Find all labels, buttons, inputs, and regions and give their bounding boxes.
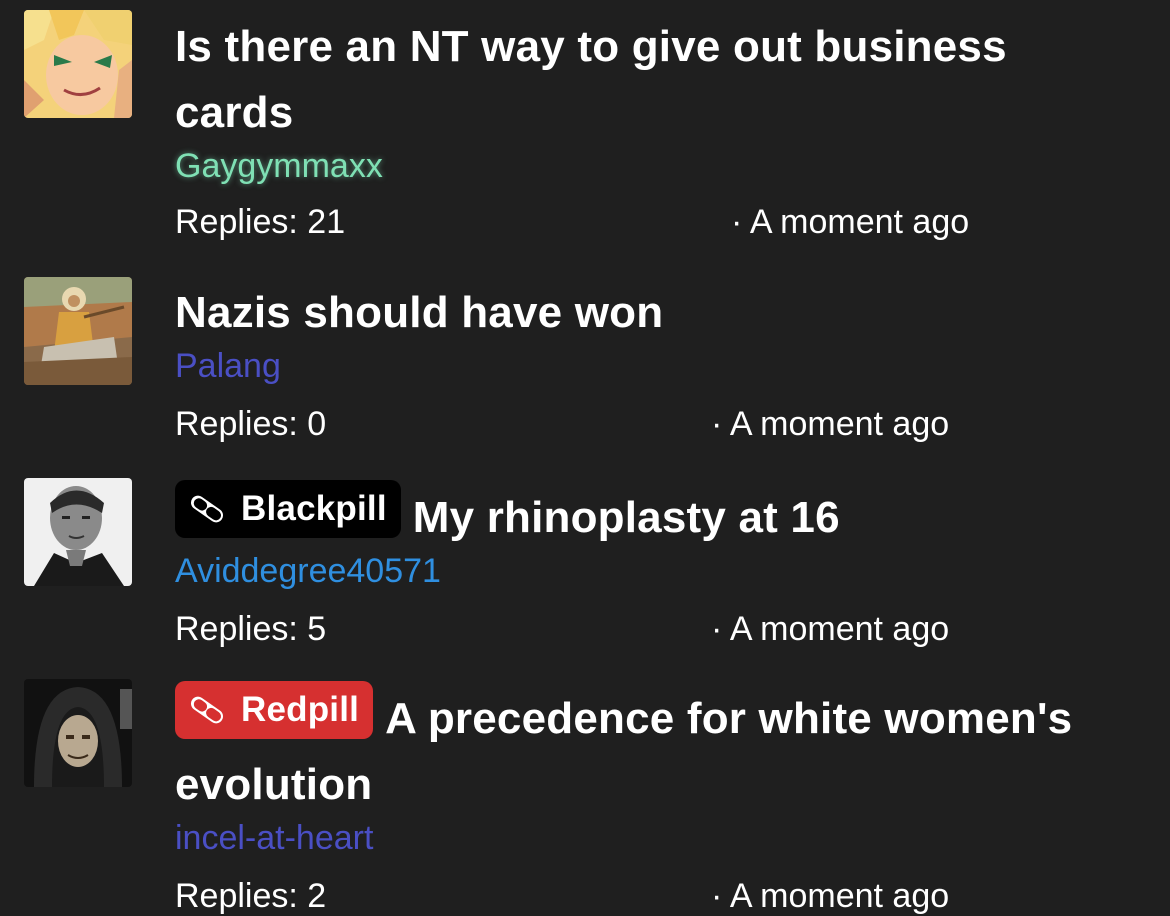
thread-author[interactable]: Gaygymmaxx [175,146,1135,186]
thread-meta: Replies: 0 · A moment ago [175,404,1135,444]
thread-title[interactable]: My rhinoplasty at 16 [413,493,840,542]
thread-author[interactable]: incel-at-heart [175,818,1135,858]
redpill-tag[interactable]: Redpill [175,681,374,739]
tag-label: Redpill [241,690,360,729]
hooded-figure-avatar[interactable] [24,679,132,787]
thread-title[interactable]: Is there an NT way to give out business … [175,14,1135,146]
replies-count: Replies: 0 [175,405,327,443]
thread-time: · A moment ago [731,203,970,241]
thread-content: Blackpill My rhinoplasty at 16 Aviddegre… [175,480,1135,649]
thread-content: Redpill A precedence for white women's e… [175,681,1135,916]
thread-author[interactable]: Palang [175,346,1135,386]
thread-title-row: Redpill A precedence for white women's e… [175,681,1135,818]
bw-portrait-avatar[interactable] [24,478,132,586]
replies-count: Replies: 2 [175,877,327,915]
thread-time: · A moment ago [711,877,950,915]
thread-meta: Replies: 5 · A moment ago [175,609,1135,649]
replies-count: Replies: 21 [175,203,346,241]
thread-meta: Replies: 21 · A moment ago [175,202,1135,242]
thread-list: Is there an NT way to give out business … [0,0,1170,916]
thread-time: · A moment ago [711,610,950,648]
thread-title-row: Blackpill My rhinoplasty at 16 [175,480,1135,551]
thread-content: Nazis should have won Palang Replies: 0 … [175,280,1135,444]
anime-character-avatar[interactable] [24,10,132,118]
painting-horseman-avatar[interactable] [24,277,132,385]
thread-author[interactable]: Aviddegree40571 [175,551,1135,591]
thread-content: Is there an NT way to give out business … [175,14,1135,242]
blackpill-tag[interactable]: Blackpill [175,480,401,538]
pill-icon [190,696,224,724]
thread-meta: Replies: 2 · A moment ago [175,876,1135,916]
thread-title[interactable]: Nazis should have won [175,280,1135,346]
replies-count: Replies: 5 [175,610,327,648]
pill-icon [190,495,224,523]
tag-label: Blackpill [241,489,387,528]
thread-time: · A moment ago [711,405,950,443]
